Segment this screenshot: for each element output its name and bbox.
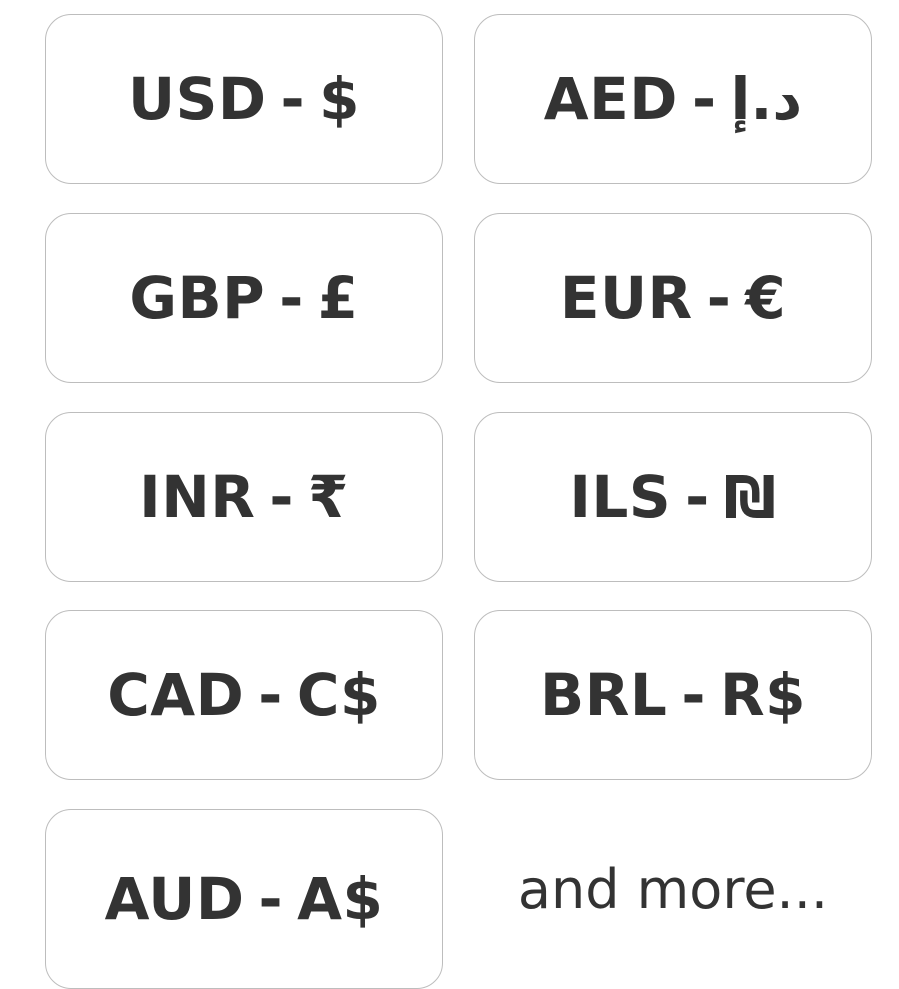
currency-code: BRL	[540, 661, 668, 729]
currency-code: EUR	[559, 264, 693, 332]
currency-code: INR	[139, 463, 256, 531]
currency-code: GBP	[129, 264, 266, 332]
currency-code: USD	[128, 65, 267, 133]
currency-code: AED	[543, 65, 678, 133]
currency-symbol: ₹	[308, 463, 349, 531]
currency-separator: -	[280, 65, 306, 133]
currency-card-inr[interactable]: INR - ₹	[45, 412, 443, 582]
currency-separator: -	[279, 264, 304, 332]
currency-symbol: ₪	[723, 463, 777, 531]
currency-card-gbp[interactable]: GBP - £	[45, 213, 443, 383]
currency-symbol: £	[317, 264, 359, 332]
currency-symbol: €	[745, 264, 787, 332]
currency-card-cad[interactable]: CAD - C$	[45, 610, 443, 780]
currency-separator: -	[685, 463, 710, 531]
currency-separator: -	[258, 661, 283, 729]
currency-card-eur[interactable]: EUR - €	[474, 213, 872, 383]
currency-code: AUD	[104, 865, 245, 933]
currency-card-usd[interactable]: USD - $	[45, 14, 443, 184]
currency-separator: -	[681, 661, 706, 729]
currency-symbol: A$	[297, 865, 384, 933]
currency-separator: -	[269, 463, 294, 531]
and-more-text: and more...	[517, 857, 829, 921]
currency-grid: USD - $ AED - د.إ GBP - £ EUR - € INR - ₹ ILS - ₪ CA…	[0, 0, 899, 989]
currency-card-ils[interactable]: ILS - ₪	[474, 412, 872, 582]
currency-symbol: د.إ	[730, 65, 803, 133]
currency-card-aud[interactable]: AUD - A$	[45, 809, 443, 989]
currency-card-aed[interactable]: AED - د.إ	[474, 14, 872, 184]
currency-symbol: R$	[719, 661, 806, 729]
currency-card-brl[interactable]: BRL - R$	[474, 610, 872, 780]
currency-code: CAD	[107, 661, 245, 729]
currency-symbol: $	[319, 65, 360, 133]
currency-separator: -	[706, 264, 732, 332]
currency-separator: -	[691, 65, 717, 133]
currency-separator: -	[258, 865, 284, 933]
currency-symbol: C$	[296, 661, 381, 729]
currency-code: ILS	[569, 463, 672, 531]
